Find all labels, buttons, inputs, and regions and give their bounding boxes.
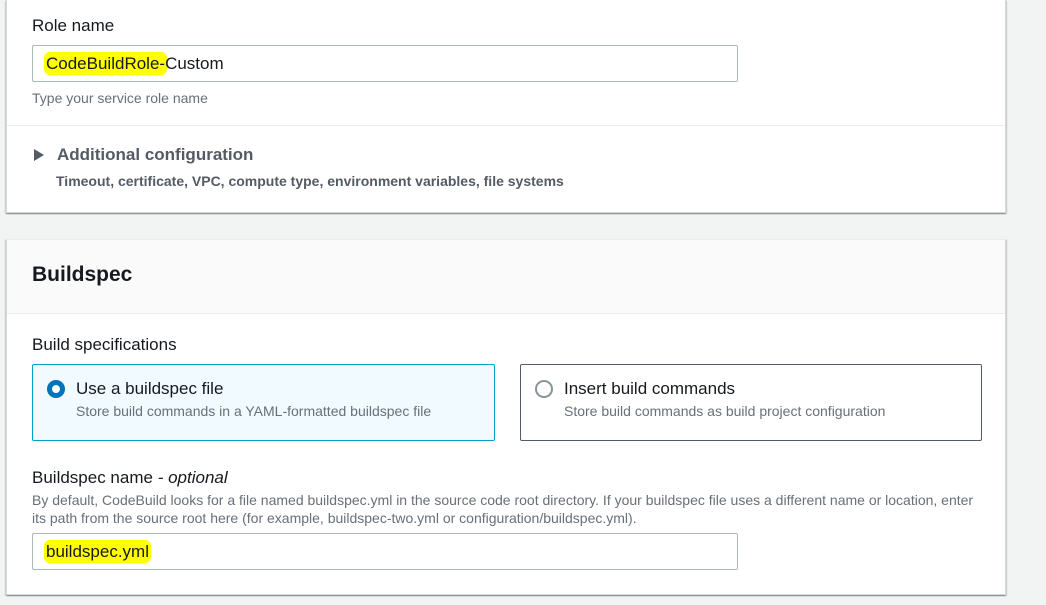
option-description: Store build commands in a YAML-formatted… [76, 403, 432, 419]
radio-unselected-icon[interactable] [535, 380, 553, 398]
buildspec-title: Buildspec [32, 263, 133, 286]
role-name-highlighted-prefix: CodeBuildRole- [46, 54, 166, 73]
additional-configuration-description: Timeout, certificate, VPC, compute type,… [56, 173, 564, 189]
option-title: Use a buildspec file [76, 379, 224, 398]
insert-build-commands-option[interactable]: Insert build commands Store build comman… [520, 364, 982, 441]
optional-tag: - optional [157, 468, 228, 487]
role-name-hint: Type your service role name [32, 90, 208, 106]
buildspec-name-description: By default, CodeBuild looks for a file n… [32, 492, 974, 526]
role-name-label: Role name [32, 16, 115, 35]
buildspec-name-label-text: Buildspec name [32, 468, 153, 487]
role-name-input[interactable]: CodeBuildRole-Custom [32, 45, 738, 82]
use-buildspec-file-option[interactable]: Use a buildspec file Store build command… [32, 364, 495, 441]
buildspec-name-value: buildspec.yml [46, 542, 149, 561]
divider [7, 125, 1005, 126]
buildspec-name-label: Buildspec name - optional [32, 468, 228, 488]
role-name-suffix: Custom [165, 54, 224, 73]
option-description: Store build commands as build project co… [564, 403, 886, 419]
option-title: Insert build commands [564, 379, 736, 398]
caret-right-icon [34, 149, 44, 161]
buildspec-panel: Buildspec Build specifications Use a bui… [6, 239, 1006, 595]
additional-configuration-title: Additional configuration [57, 145, 254, 164]
radio-selected-icon[interactable] [47, 380, 65, 398]
buildspec-header: Buildspec [7, 240, 1005, 314]
buildspec-name-input[interactable]: buildspec.yml [32, 533, 738, 570]
service-role-panel: Role name CodeBuildRole-Custom Type your… [6, 0, 1006, 213]
build-specifications-label: Build specifications [32, 335, 177, 354]
additional-configuration-toggle[interactable]: Additional configuration [32, 145, 253, 165]
